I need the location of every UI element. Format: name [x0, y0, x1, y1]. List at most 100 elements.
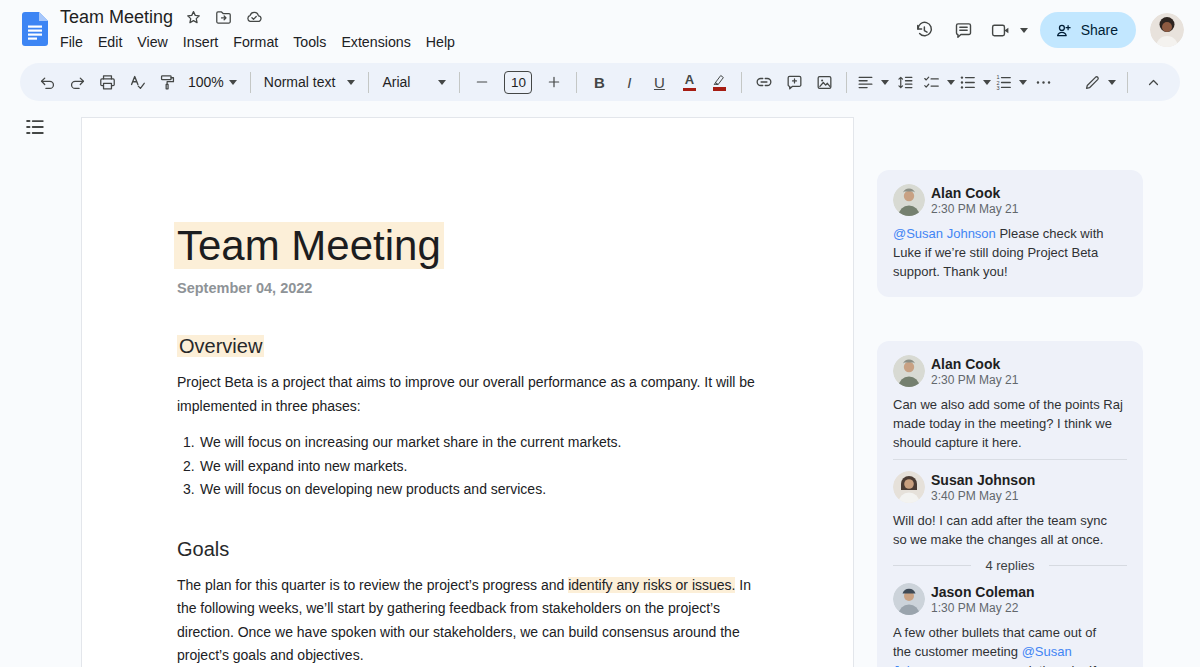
overview-heading[interactable]: Overview	[177, 335, 757, 358]
list-item[interactable]: 2.We will expand into new markets.	[177, 455, 757, 479]
comment-text: Can we also add some of the points Raj m…	[893, 395, 1124, 452]
more-options-button[interactable]	[1030, 68, 1057, 96]
paragraph-style-select[interactable]: Normal text	[258, 68, 362, 96]
google-docs-logo[interactable]	[22, 12, 48, 46]
commenter-name: Jason Coleman	[931, 584, 1034, 600]
mention-link[interactable]: Johnson	[893, 663, 942, 667]
italic-button[interactable]: I	[616, 68, 643, 96]
history-icon	[913, 19, 935, 41]
list-number: 3.	[183, 478, 200, 502]
style-value: Normal text	[264, 74, 336, 90]
undo-button[interactable]	[34, 68, 61, 96]
paint-format-button[interactable]	[154, 68, 181, 96]
list-text: We will focus on increasing our market s…	[200, 431, 621, 455]
cloud-status-icon[interactable]	[244, 8, 264, 27]
pen-icon	[1083, 73, 1102, 92]
comment-thread-1[interactable]: Alan Cook 2:30 PM May 21 @Susan Johnson …	[877, 170, 1143, 297]
link-icon	[754, 72, 774, 92]
menu-tools[interactable]: Tools	[293, 34, 326, 50]
goals-heading[interactable]: Goals	[177, 538, 757, 561]
menu-format[interactable]: Format	[233, 34, 278, 50]
checklist-button[interactable]	[922, 68, 955, 96]
decrease-font-size-button[interactable]	[469, 68, 496, 96]
menu-file[interactable]: File	[60, 34, 83, 50]
menu-help[interactable]: Help	[426, 34, 455, 50]
comment-divider	[893, 459, 1127, 460]
collapse-toolbar-button[interactable]	[1140, 68, 1167, 96]
bold-icon: B	[594, 74, 605, 91]
spelling-check-button[interactable]	[124, 68, 151, 96]
numbered-list[interactable]: 1.We will focus on increasing our market…	[177, 431, 757, 502]
goals-paragraph[interactable]: The plan for this quarter is to review t…	[177, 574, 760, 667]
menu-extensions[interactable]: Extensions	[341, 34, 410, 50]
show-outline-button[interactable]	[24, 116, 46, 138]
align-button[interactable]	[856, 68, 889, 96]
increase-font-size-button[interactable]	[541, 68, 568, 96]
minus-icon	[474, 74, 490, 90]
overview-heading-text: Overview	[177, 335, 264, 357]
video-call-icon	[990, 20, 1011, 41]
bulleted-list-icon	[958, 73, 977, 92]
join-call-button[interactable]	[984, 10, 1018, 50]
commenter-name: Susan Johnson	[931, 472, 1035, 488]
underline-icon: U	[654, 74, 665, 91]
add-comment-button[interactable]	[781, 68, 808, 96]
underline-button[interactable]: U	[646, 68, 673, 96]
doc-title-line[interactable]: Team Meeting	[174, 222, 757, 270]
text-color-button[interactable]: A	[676, 68, 703, 96]
zoom-select[interactable]: 100%	[182, 68, 243, 96]
svg-text:3: 3	[996, 85, 999, 91]
list-item[interactable]: 1.We will focus on increasing our market…	[177, 431, 757, 455]
numbered-list-button[interactable]: 123	[994, 68, 1027, 96]
document-title[interactable]: Team Meeting	[60, 7, 173, 28]
menu-view[interactable]: View	[137, 34, 168, 50]
menu-edit[interactable]: Edit	[98, 34, 122, 50]
comment-text: A few other bullets that came out of the…	[893, 623, 1124, 667]
more-horizontal-icon	[1034, 73, 1053, 92]
list-text: We will focus on developing new products…	[200, 478, 546, 502]
call-options-caret[interactable]	[1020, 28, 1028, 33]
comment-thread-2[interactable]: Alan Cook 2:30 PM May 21 Can we also add…	[877, 341, 1143, 667]
bold-button[interactable]: B	[586, 68, 613, 96]
undo-icon	[38, 73, 57, 92]
redo-button[interactable]	[64, 68, 91, 96]
comment-time: 1:30 PM May 22	[931, 601, 1034, 615]
editing-mode-caret-icon	[1108, 80, 1116, 85]
line-spacing-icon	[896, 73, 915, 92]
doc-title-text: Team Meeting	[174, 222, 444, 269]
font-caret-icon	[438, 80, 446, 85]
move-folder-icon[interactable]	[214, 8, 233, 27]
checklist-icon	[922, 73, 941, 92]
numbered-list-caret-icon	[1019, 80, 1027, 85]
open-comments-button[interactable]	[944, 10, 984, 50]
bulleted-list-button[interactable]	[958, 68, 991, 96]
mention-link[interactable]: @Susan Johnson	[893, 226, 996, 241]
replies-separator[interactable]: 4 replies	[893, 558, 1127, 573]
insert-link-button[interactable]	[751, 68, 778, 96]
mention-link[interactable]: @Susan	[1022, 644, 1072, 659]
share-button[interactable]: Share	[1040, 12, 1136, 48]
document-page[interactable]: Team Meeting September 04, 2022 Overview…	[81, 117, 854, 667]
list-item[interactable]: 3.We will focus on developing new produc…	[177, 478, 757, 502]
commenter-avatar	[893, 583, 925, 615]
overview-paragraph[interactable]: Project Beta is a project that aims to i…	[177, 371, 760, 418]
insert-image-button[interactable]	[811, 68, 838, 96]
replies-count: 4 replies	[985, 558, 1034, 573]
version-history-button[interactable]	[904, 10, 944, 50]
font-size-input[interactable]: 10	[504, 71, 532, 94]
comment-text: Will do! I can add after the team sync s…	[893, 511, 1124, 549]
doc-date[interactable]: September 04, 2022	[177, 280, 757, 296]
font-select[interactable]: Arial	[376, 68, 452, 96]
menu-insert[interactable]: Insert	[183, 34, 218, 50]
commenter-name: Alan Cook	[931, 185, 1018, 201]
account-avatar[interactable]	[1150, 13, 1184, 47]
highlight-color-button[interactable]	[706, 68, 733, 96]
numbered-list-icon: 123	[994, 73, 1013, 92]
star-icon[interactable]	[184, 8, 203, 27]
comment-time: 2:30 PM May 21	[931, 373, 1018, 387]
comment-history-icon	[953, 20, 974, 41]
print-button[interactable]	[94, 68, 121, 96]
align-left-icon	[856, 73, 875, 92]
line-spacing-button[interactable]	[892, 68, 919, 96]
editing-mode-button[interactable]	[1083, 68, 1116, 96]
